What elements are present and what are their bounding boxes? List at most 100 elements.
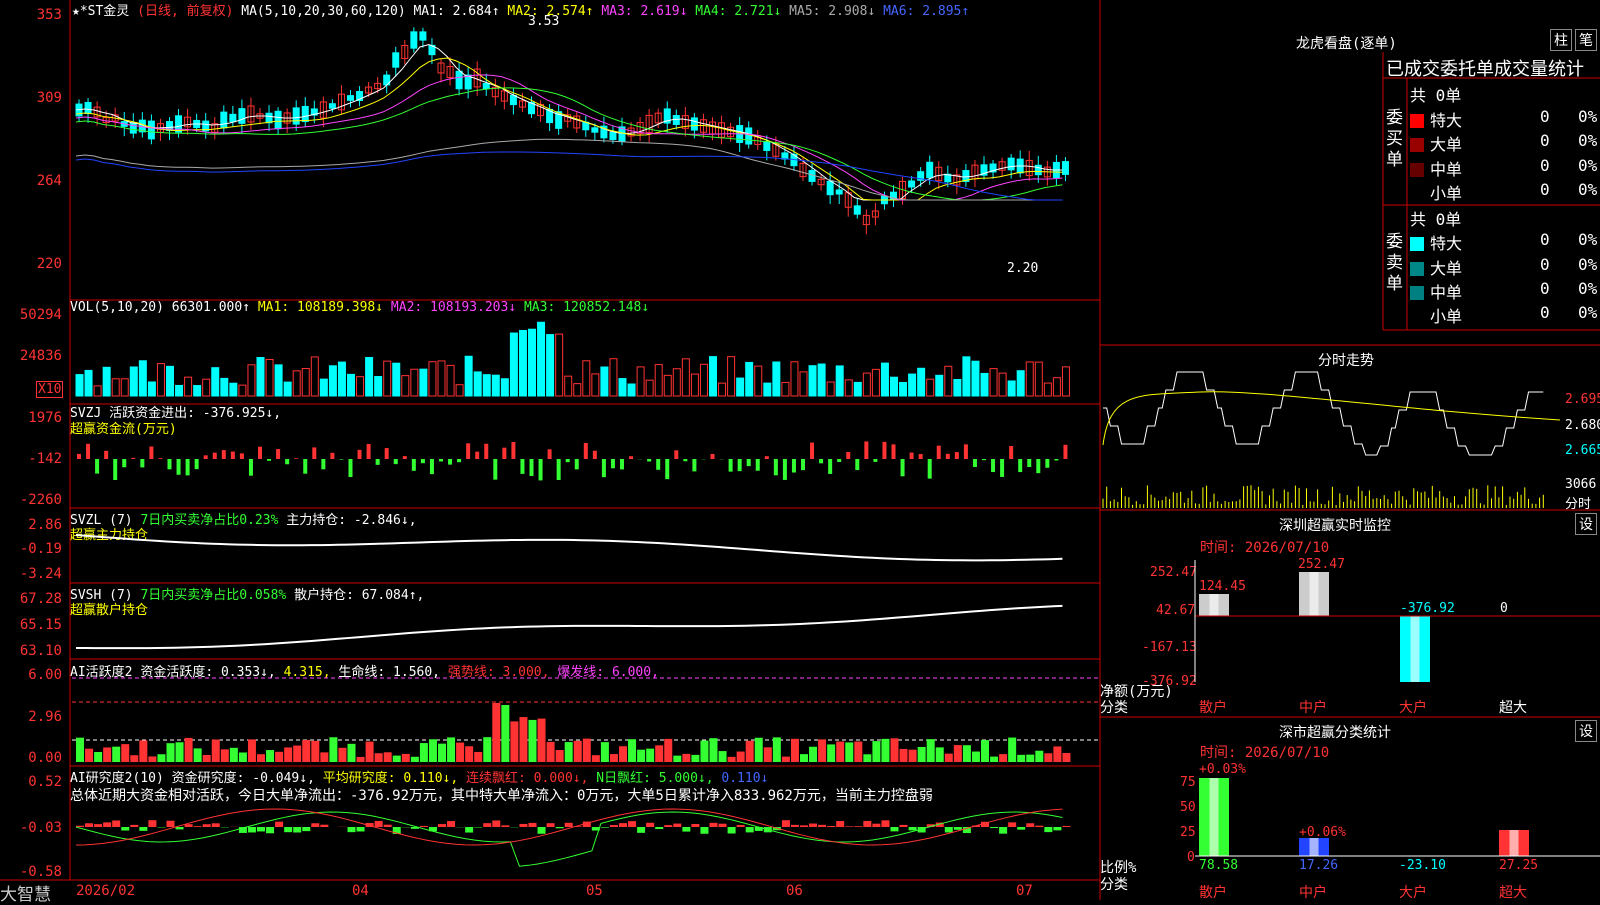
flow-bar bbox=[367, 444, 371, 459]
candle-body bbox=[239, 109, 245, 124]
flow-bar bbox=[810, 443, 814, 459]
research-bar bbox=[311, 823, 319, 827]
research-bar bbox=[990, 827, 998, 828]
flow-bar bbox=[358, 450, 362, 459]
volume-bar bbox=[130, 367, 137, 396]
flow-bar bbox=[665, 459, 669, 479]
active-bar bbox=[891, 738, 899, 762]
flow-bar bbox=[566, 459, 570, 462]
volume-bar bbox=[719, 383, 726, 396]
candle-body bbox=[393, 53, 399, 67]
active-bar bbox=[538, 719, 546, 762]
chart-canvas[interactable] bbox=[0, 0, 1600, 900]
active-bar bbox=[664, 739, 672, 762]
flow-bar bbox=[231, 452, 235, 459]
active-bar bbox=[185, 738, 193, 762]
volume-bar bbox=[203, 379, 210, 396]
flow-bar bbox=[611, 459, 615, 468]
active-bar bbox=[375, 753, 383, 762]
volume-bar bbox=[800, 372, 807, 396]
flow-bar bbox=[312, 447, 316, 459]
flow-bar bbox=[457, 459, 461, 462]
candle-body bbox=[230, 114, 236, 121]
flow-bar bbox=[882, 442, 886, 459]
flow-bar bbox=[403, 456, 407, 459]
research-bar bbox=[646, 823, 654, 827]
flow-bar bbox=[86, 444, 90, 459]
flow-bar bbox=[294, 458, 298, 459]
flow-bar bbox=[919, 454, 923, 459]
research-bar bbox=[1017, 827, 1025, 830]
active-bar bbox=[755, 738, 763, 762]
volume-bar bbox=[1008, 381, 1015, 396]
volume-bar bbox=[673, 369, 680, 396]
active-bar bbox=[682, 754, 690, 762]
candle-body bbox=[836, 190, 842, 194]
big-net-bar-shine bbox=[1411, 616, 1420, 682]
active-bar bbox=[900, 749, 908, 762]
research-bar bbox=[737, 825, 745, 827]
research-bar bbox=[1035, 826, 1043, 827]
volume-bar bbox=[610, 359, 617, 396]
active-bar bbox=[103, 747, 111, 762]
research-bar bbox=[121, 827, 129, 831]
flow-bar bbox=[792, 459, 796, 472]
research-bar bbox=[556, 827, 564, 828]
research-bar bbox=[438, 824, 446, 827]
active-bar bbox=[628, 739, 636, 762]
active-bar bbox=[1062, 753, 1070, 762]
flow-bar bbox=[837, 459, 841, 462]
volume-bar bbox=[103, 367, 110, 396]
flow-bar bbox=[656, 459, 660, 470]
flow-bar bbox=[140, 459, 144, 467]
active-bar bbox=[854, 742, 862, 762]
active-bar bbox=[999, 754, 1007, 762]
candle-body bbox=[275, 111, 281, 128]
flow-bar bbox=[901, 459, 905, 476]
volume-bar bbox=[691, 374, 698, 396]
volume-bar bbox=[1053, 378, 1060, 396]
volume-bar bbox=[682, 359, 689, 396]
flow-bar bbox=[466, 443, 470, 459]
research-bar bbox=[818, 825, 826, 827]
flow-bar bbox=[421, 459, 425, 463]
active-bar bbox=[266, 750, 274, 762]
volume-bar bbox=[1026, 362, 1033, 396]
volume-bar bbox=[529, 329, 536, 396]
volume-bar bbox=[963, 357, 970, 396]
volume-bar bbox=[836, 366, 843, 396]
volume-bar bbox=[592, 374, 599, 396]
flow-bar bbox=[620, 459, 624, 469]
active-bar bbox=[782, 757, 790, 762]
volume-bar bbox=[121, 379, 128, 396]
research-bar bbox=[492, 820, 500, 827]
candle-body bbox=[456, 71, 462, 89]
volume-bar bbox=[148, 382, 155, 396]
flow-bar bbox=[267, 459, 271, 461]
active-bar bbox=[420, 743, 428, 762]
candle-body bbox=[510, 95, 516, 104]
flow-bar bbox=[602, 459, 606, 477]
volume-bar bbox=[248, 365, 255, 396]
flow-bar bbox=[1018, 459, 1022, 472]
research-bar bbox=[954, 827, 962, 830]
flow-bar bbox=[765, 456, 769, 459]
active-bar bbox=[167, 743, 175, 762]
flow-bar bbox=[339, 459, 343, 460]
active-bar bbox=[972, 752, 980, 762]
flow-bar bbox=[530, 459, 534, 476]
flow-bar bbox=[964, 444, 968, 459]
research-bar bbox=[501, 825, 509, 827]
active-bar bbox=[411, 757, 419, 762]
flow-bar bbox=[177, 459, 181, 475]
volume-bar bbox=[329, 366, 336, 396]
volume-bar bbox=[818, 364, 825, 396]
research-bar bbox=[465, 827, 473, 833]
active-bar bbox=[275, 752, 283, 762]
research-bar bbox=[212, 823, 220, 827]
flow-bar bbox=[204, 455, 208, 459]
active-bar bbox=[556, 750, 564, 762]
active-bar bbox=[510, 721, 518, 762]
active-bar bbox=[492, 703, 500, 762]
flow-bar bbox=[1045, 459, 1049, 468]
